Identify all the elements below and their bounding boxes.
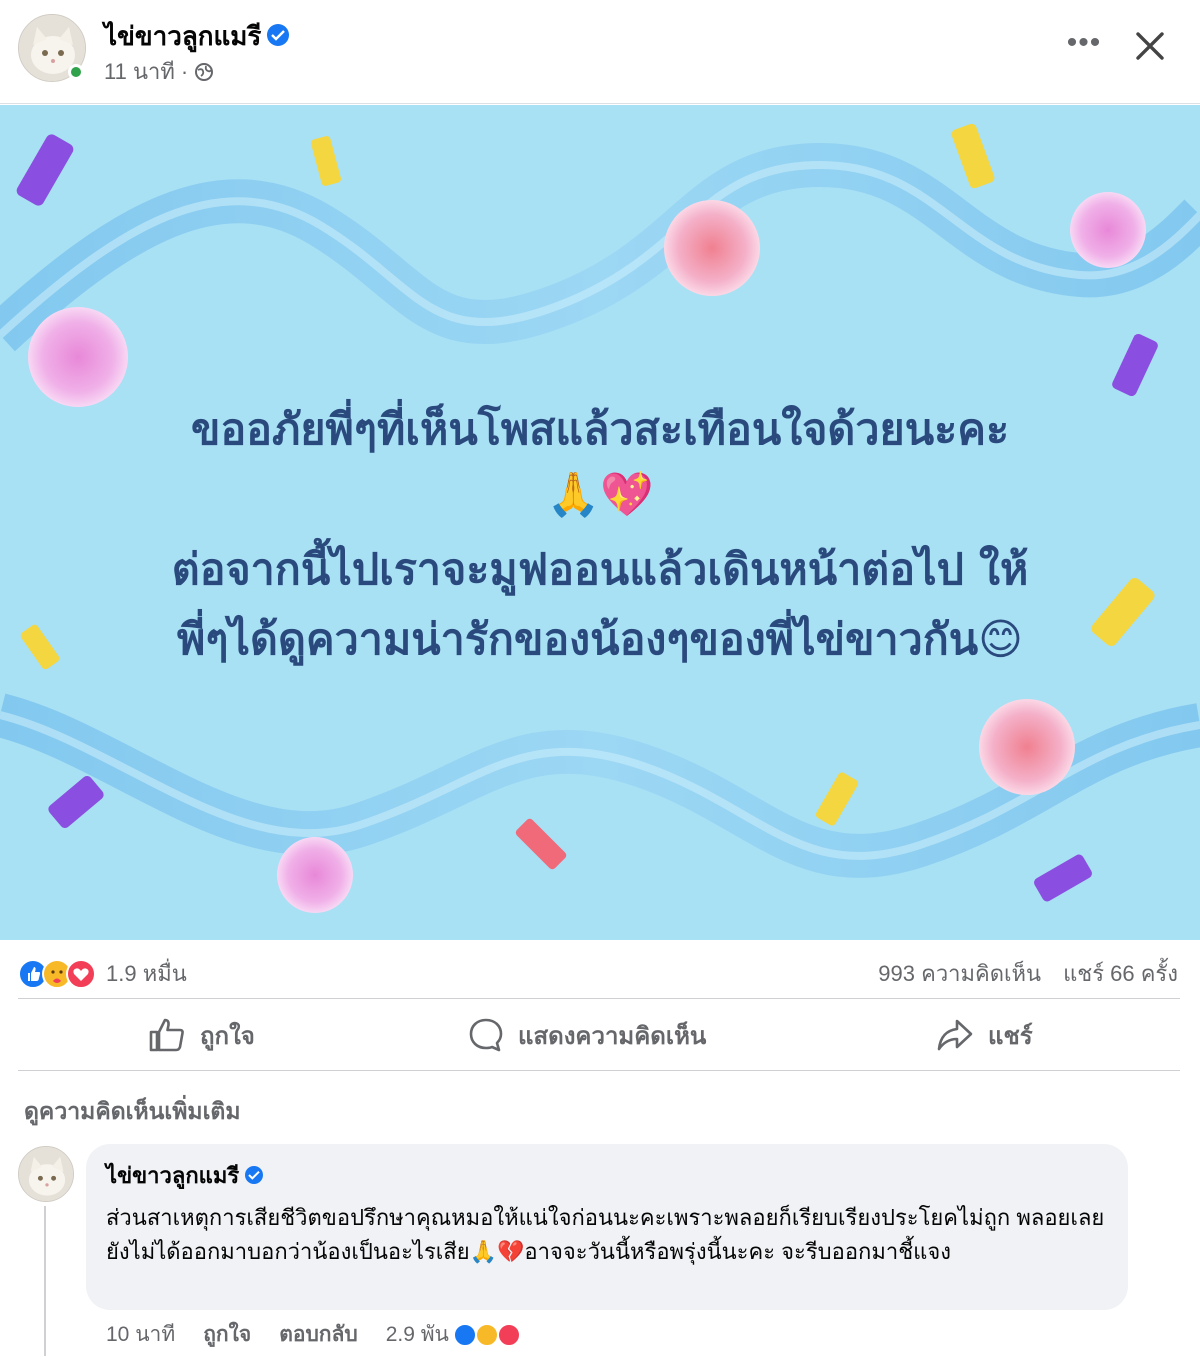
comment-reaction-count: 2.9 พัน: [385, 1323, 449, 1346]
post-image[interactable]: ขออภัยพี่ๆที่เห็นโพสแล้วสะเทือนใจด้วยนะค…: [0, 105, 1200, 940]
comment-author[interactable]: ไข่ขาวลูกแมรี: [106, 1158, 1108, 1193]
like-label: ถูกใจ: [200, 1022, 255, 1050]
comment-count[interactable]: 993 ความคิดเห็น: [878, 956, 1041, 991]
image-text-line-2: 🙏💖: [546, 470, 654, 520]
decorative-background: [0, 123, 1200, 913]
share-icon: [937, 1019, 973, 1051]
comment-author-text[interactable]: ไข่ขาวลูกแมรี: [106, 1163, 239, 1188]
image-text-line-3: ต่อจากนี้ไปเราจะมูฟออนแล้วเดินหน้าต่อไป …: [171, 545, 1029, 595]
online-status-dot: [68, 64, 84, 80]
post-header: ไข่ขาวลูกแมรี 11 นาที · •••: [0, 0, 1200, 104]
comment-reactions[interactable]: 2.9 พัน: [385, 1318, 521, 1351]
comment-like-button[interactable]: ถูกใจ: [203, 1318, 251, 1351]
post-time[interactable]: 11 นาที: [104, 54, 175, 89]
action-bar: ถูกใจ แสดงความคิดเห็น แชร์: [0, 1000, 1200, 1070]
care-icon: [474, 1322, 499, 1347]
comment-reply-button[interactable]: ตอบกลับ: [279, 1318, 358, 1351]
like-button[interactable]: ถูกใจ: [148, 1012, 255, 1058]
meta-separator: ·: [180, 58, 189, 84]
post-author-name[interactable]: ไข่ขาวลูกแมรี: [104, 16, 290, 57]
comment-thread-line: [44, 1206, 46, 1356]
divider: [18, 1070, 1180, 1071]
commenter-avatar[interactable]: [18, 1146, 74, 1202]
comment-icon: [469, 1018, 503, 1052]
divider: [18, 998, 1180, 999]
comment-label: แสดงความคิดเห็น: [518, 1022, 707, 1050]
comment-text: ส่วนสาเหตุการเสียชีวิตขอปรึกษาคุณหมอให้แ…: [106, 1205, 1105, 1264]
view-more-comments-link[interactable]: ดูความคิดเห็นเพิ่มเติม: [24, 1094, 241, 1130]
more-options-button[interactable]: •••: [1062, 28, 1106, 64]
comment-button[interactable]: แสดงความคิดเห็น: [468, 1012, 706, 1058]
globe-icon: [195, 62, 214, 81]
close-icon[interactable]: [1128, 24, 1172, 68]
reaction-count[interactable]: 1.9 หมื่น: [106, 956, 187, 991]
comment-bubble: ไข่ขาวลูกแมรี ส่วนสาเหตุการเสียชีวิตขอปร…: [86, 1144, 1128, 1310]
share-button[interactable]: แชร์: [936, 1012, 1033, 1058]
share-count[interactable]: แชร์ 66 ครั้ง: [1063, 956, 1178, 991]
post-stats: 1.9 หมื่น 993 ความคิดเห็น แชร์ 66 ครั้ง: [0, 942, 1200, 998]
image-text-line-1: ขออภัยพี่ๆที่เห็นโพสแล้วสะเทือนใจด้วยนะค…: [190, 405, 1010, 455]
author-name-text[interactable]: ไข่ขาวลูกแมรี: [104, 21, 261, 51]
verified-badge-icon: [267, 24, 290, 47]
stats-right: 993 ความคิดเห็น แชร์ 66 ครั้ง: [878, 956, 1178, 991]
comment-meta: 10 นาที ถูกใจ ตอบกลับ 2.9 พัน: [106, 1318, 521, 1351]
verified-badge-icon: [245, 1166, 264, 1185]
reaction-summary[interactable]: 1.9 หมื่น: [18, 956, 187, 991]
thumbs-up-icon: [149, 1018, 184, 1052]
image-text-line-4: พี่ๆได้ดูความน่ารักของน้องๆของพี่ไข่ขาวก…: [176, 615, 1024, 665]
love-icon: [496, 1322, 521, 1347]
post-meta: 11 นาที ·: [104, 54, 214, 89]
love-icon: [66, 958, 96, 989]
share-label: แชร์: [988, 1022, 1033, 1050]
comment-time[interactable]: 10 นาที: [106, 1318, 175, 1351]
like-icon: [452, 1322, 477, 1347]
